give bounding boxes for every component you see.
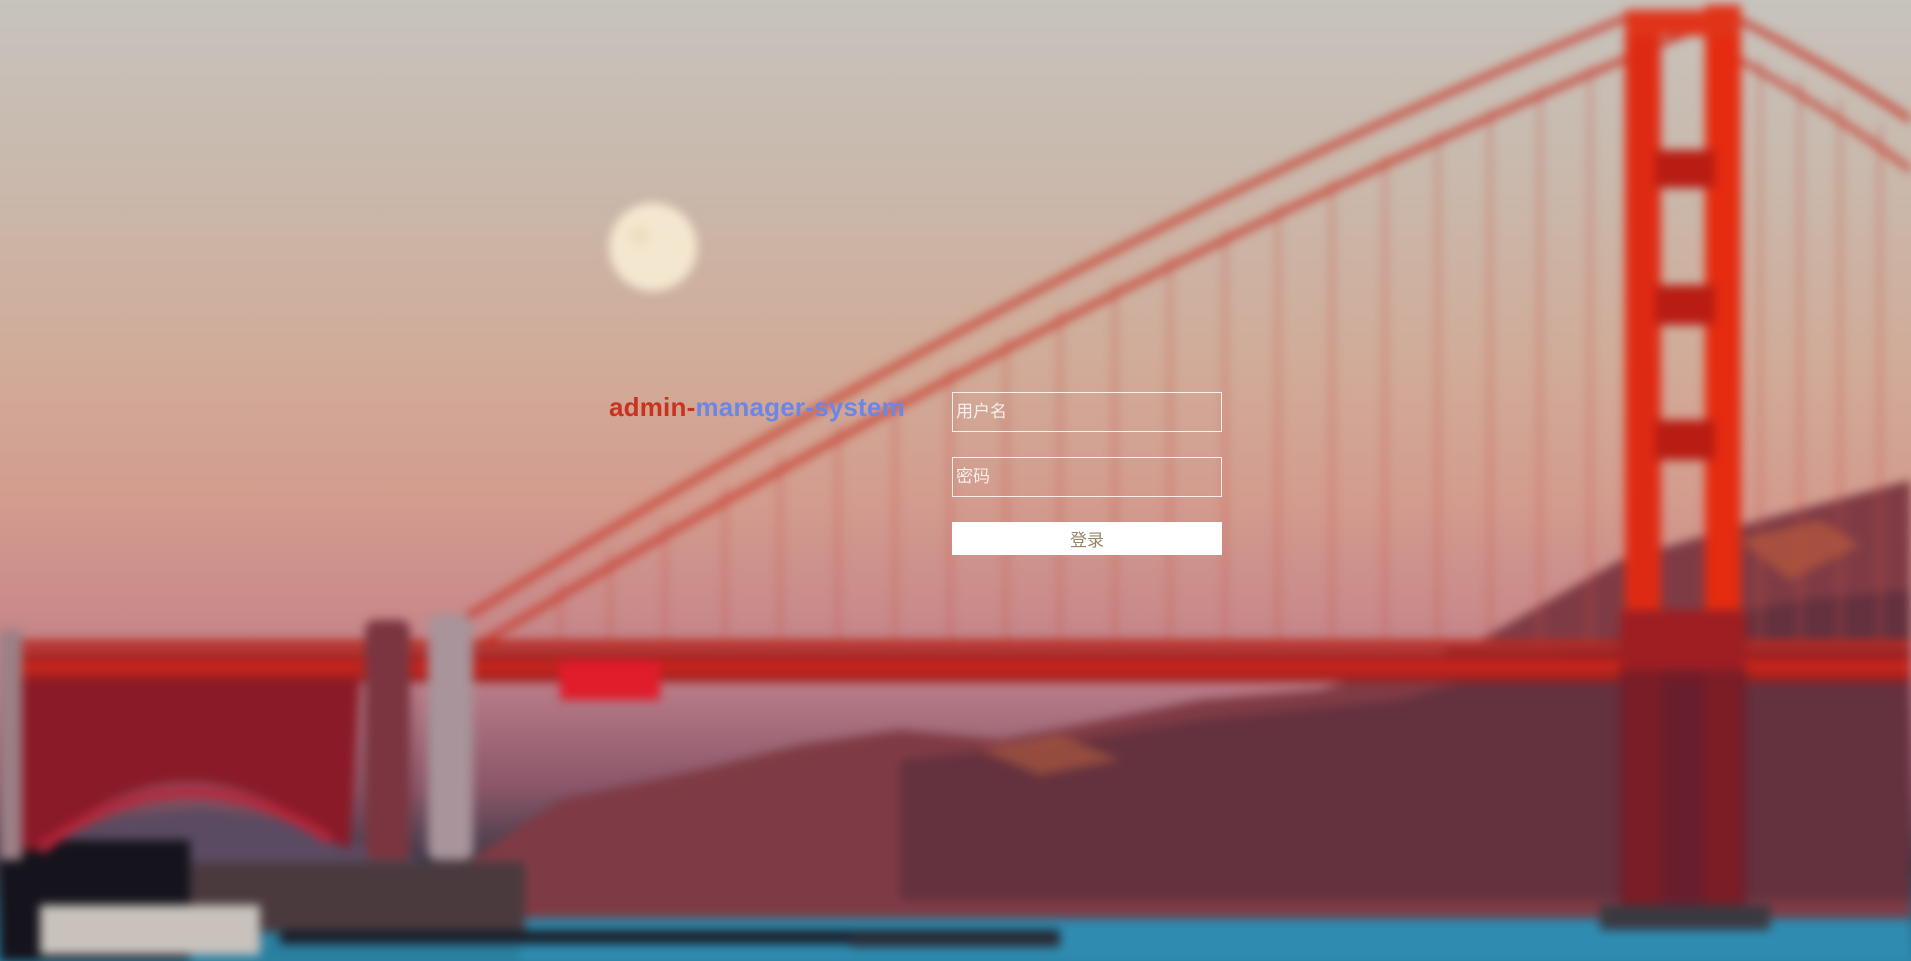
app-title: admin-manager-system	[609, 392, 905, 423]
app-title-suffix: manager-system	[695, 392, 905, 422]
login-button[interactable]: 登录	[952, 522, 1222, 555]
username-input[interactable]	[952, 392, 1222, 432]
login-page: admin-manager-system 登录	[0, 0, 1911, 961]
bridge-tower	[1600, 5, 1770, 930]
password-input[interactable]	[952, 457, 1222, 497]
moon-shape	[609, 203, 697, 291]
login-form: 登录	[952, 392, 1222, 555]
app-title-prefix: admin-	[609, 392, 696, 422]
